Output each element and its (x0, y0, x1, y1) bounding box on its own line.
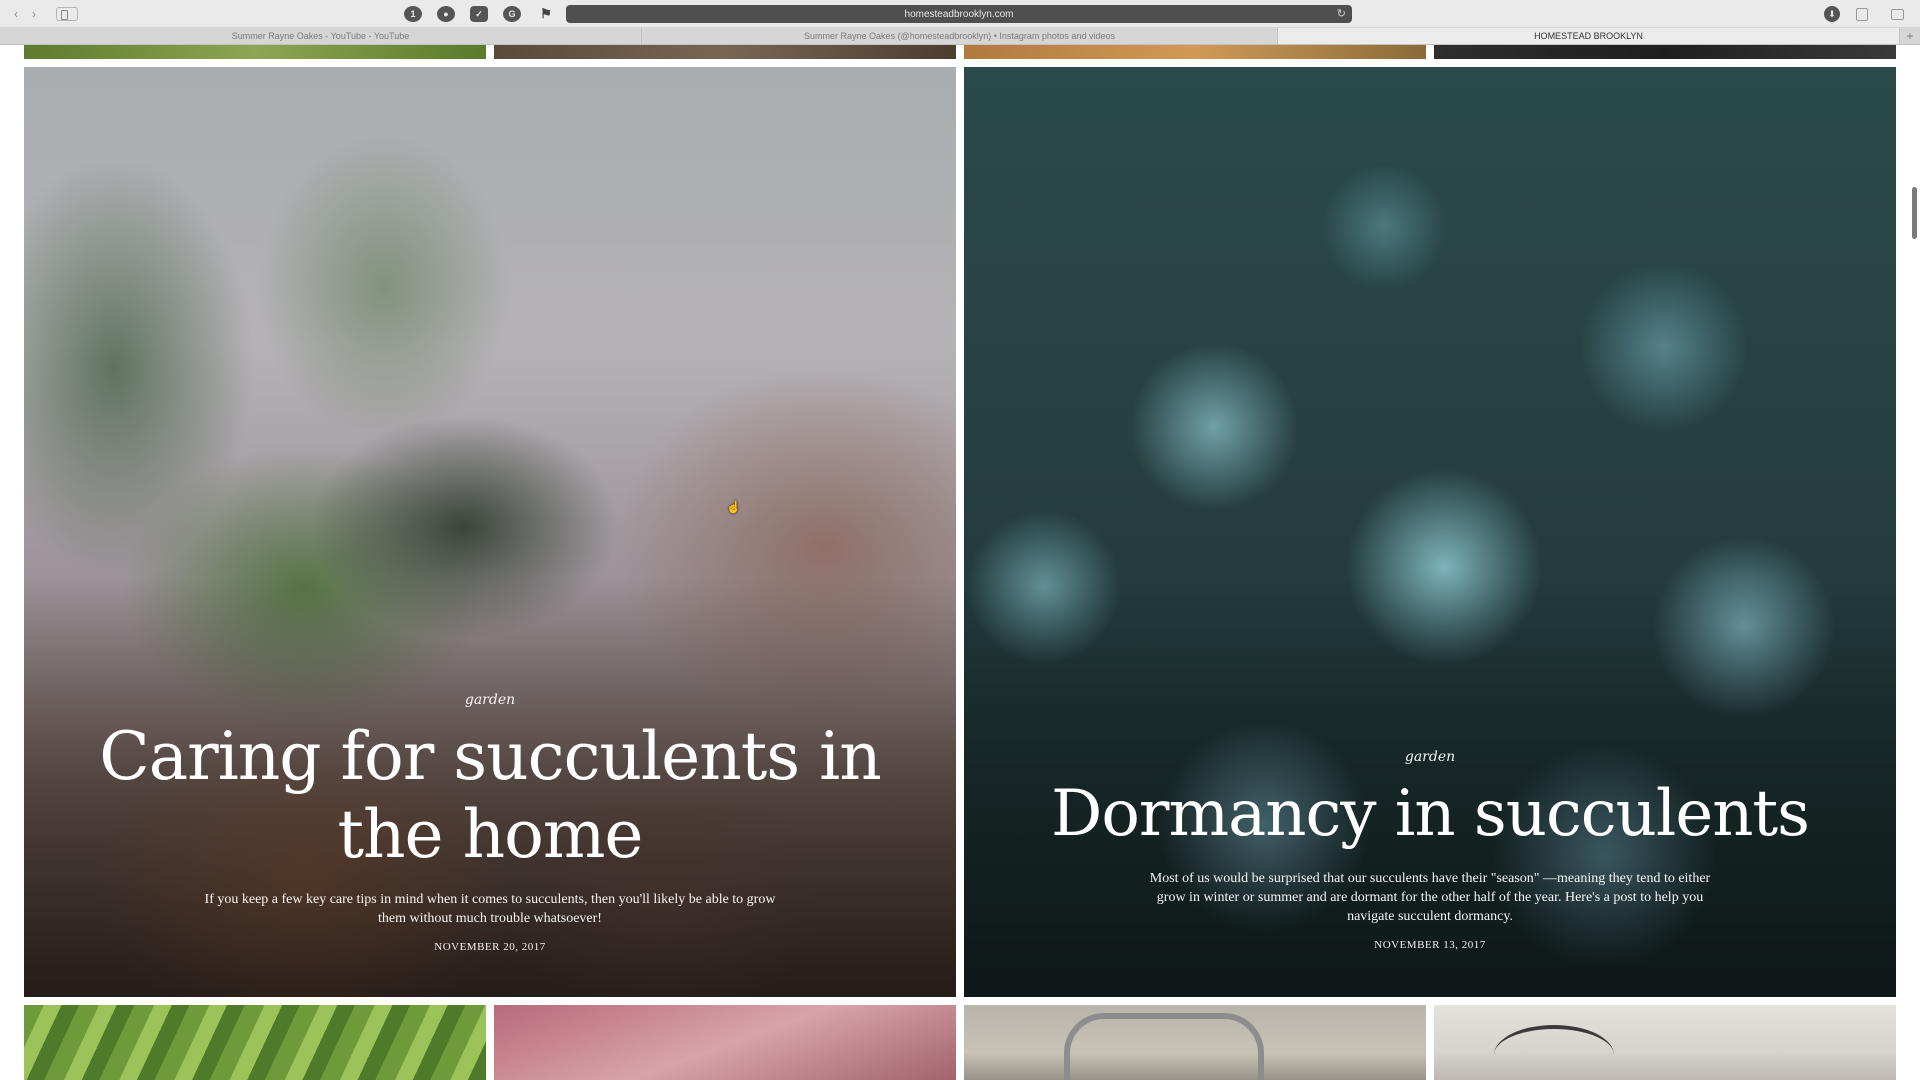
post-thumbnail[interactable] (964, 1005, 1426, 1080)
post-text-block: garden Caring for succulents in the home… (24, 692, 956, 953)
post-card-dormancy-in-succulents[interactable]: garden Dormancy in succulents Most of us… (964, 67, 1896, 997)
tab-instagram[interactable]: Summer Rayne Oakes (@homesteadbrooklyn) … (642, 28, 1278, 44)
faucet-shape (1064, 1013, 1264, 1080)
onepassword-icon: 1 (410, 9, 416, 19)
post-date: NOVEMBER 20, 2017 (434, 941, 546, 953)
tab-overview-button[interactable] (1891, 9, 1904, 20)
post-category[interactable]: garden (964, 749, 1896, 765)
post-thumbnail[interactable] (24, 1005, 486, 1080)
password-extension-button[interactable]: 1 (404, 6, 422, 22)
forward-button[interactable]: › (26, 6, 42, 22)
back-button[interactable]: ‹ (8, 6, 24, 22)
scrollbar-thumb[interactable] (1912, 187, 1917, 239)
pointer-cursor-icon: ☝ (726, 500, 741, 514)
page-content: garden Caring for succulents in the home… (0, 45, 1920, 1080)
pocket-extension-button[interactable]: ✓ (470, 6, 488, 22)
post-thumbnail[interactable] (964, 45, 1426, 59)
post-excerpt: Most of us would be surprised that our s… (1149, 871, 1711, 924)
post-thumbnail[interactable] (1434, 1005, 1896, 1080)
air-plant-shape (1494, 1025, 1614, 1080)
tab-homestead-brooklyn[interactable]: HOMESTEAD BROOKLYN (1278, 28, 1900, 44)
post-thumbnail[interactable] (494, 45, 956, 59)
browser-toolbar: ‹ › 1 ● ✓ G ⚑ homesteadbrooklyn.com ↻ ⬇ (0, 0, 1920, 28)
grammarly-extension-button[interactable]: G (503, 6, 521, 22)
post-date: NOVEMBER 13, 2017 (1374, 939, 1486, 951)
flag-extension-button[interactable]: ⚑ (537, 6, 555, 22)
post-title[interactable]: Dormancy in succulents (964, 775, 1896, 853)
post-thumbnail[interactable] (1434, 45, 1896, 59)
sidebar-toggle-button[interactable] (56, 7, 78, 21)
post-thumbnail[interactable] (494, 1005, 956, 1080)
grammarly-icon: G (508, 9, 516, 19)
chevron-right-icon: › (32, 7, 36, 21)
downloads-button[interactable]: ⬇ (1824, 6, 1840, 22)
extension-button[interactable]: ● (437, 6, 455, 22)
share-button[interactable] (1856, 8, 1868, 21)
pocket-icon: ✓ (475, 8, 483, 19)
post-card-caring-for-succulents[interactable]: garden Caring for succulents in the home… (24, 67, 956, 997)
post-category[interactable]: garden (24, 692, 956, 708)
tab-bar: Summer Rayne Oakes - YouTube - YouTube S… (0, 28, 1920, 45)
reload-icon[interactable]: ↻ (1337, 7, 1346, 20)
new-tab-button[interactable]: + (1900, 28, 1920, 44)
flag-icon: ⚑ (540, 6, 552, 21)
chevron-left-icon: ‹ (14, 7, 18, 21)
post-title[interactable]: Caring for succulents in the home (24, 718, 956, 874)
post-text-block: garden Dormancy in succulents Most of us… (964, 749, 1896, 951)
tab-youtube[interactable]: Summer Rayne Oakes - YouTube - YouTube (0, 28, 642, 44)
address-bar[interactable]: homesteadbrooklyn.com ↻ (566, 5, 1352, 23)
download-icon: ⬇ (1828, 8, 1836, 19)
url-text: homesteadbrooklyn.com (904, 8, 1014, 20)
post-thumbnail[interactable] (24, 45, 486, 59)
circle-icon: ● (443, 9, 449, 19)
post-excerpt: If you keep a few key care tips in mind … (204, 892, 776, 926)
